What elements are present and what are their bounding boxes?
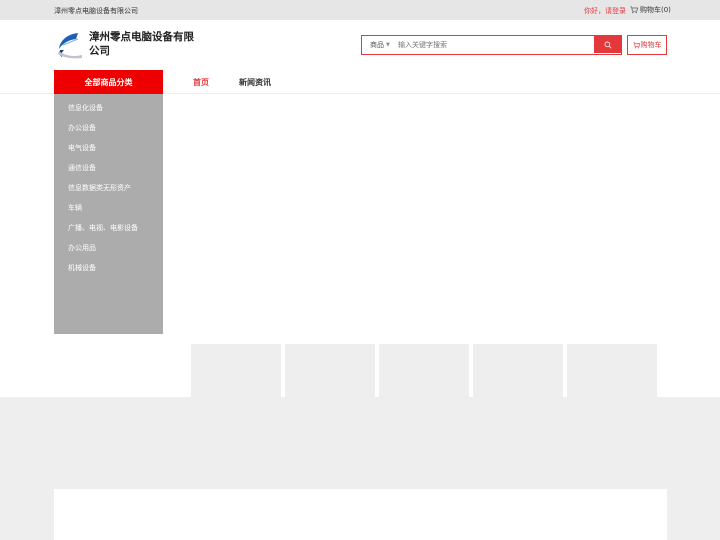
content-panel: [54, 489, 667, 540]
chevron-down-icon: ▼: [386, 42, 390, 48]
nav-home-link[interactable]: 首页: [193, 77, 209, 88]
cart-icon: [630, 6, 638, 14]
promo-tile[interactable]: [567, 344, 657, 398]
company-name: 漳州零点电脑设备有限公司: [89, 31, 194, 57]
promo-tile[interactable]: [473, 344, 563, 398]
search-button[interactable]: [594, 36, 621, 53]
sidebar-item-broadcast-tv-film[interactable]: 广播、电视、电影设备: [54, 218, 163, 238]
sidebar-item-intangible-data-assets[interactable]: 信息数据类无形资产: [54, 178, 163, 198]
top-bar: 漳州零点电脑设备有限公司 你好，请登录 购物车(0): [0, 0, 720, 20]
category-sidebar: 信息化设备 办公设备 电气设备 通信设备 信息数据类无形资产 车辆 广播、电视、…: [54, 94, 163, 334]
topbar-cart-label: 购物车(0): [640, 6, 671, 14]
all-categories-button[interactable]: 全部商品分类: [54, 70, 163, 94]
promo-tile[interactable]: [379, 344, 469, 398]
header: 漳州零点电脑设备有限公司 商品 ▼ 购物车: [0, 20, 720, 70]
search-input[interactable]: [394, 37, 584, 53]
nav-news-link[interactable]: 新闻资讯: [239, 77, 271, 88]
banner-area: [163, 94, 720, 334]
search-box: 商品 ▼: [361, 35, 622, 55]
sidebar-item-office-supplies[interactable]: 办公用品: [54, 238, 163, 258]
sidebar-item-machinery[interactable]: 机械设备: [54, 258, 163, 278]
sidebar-item-electrical-equipment[interactable]: 电气设备: [54, 138, 163, 158]
search-category-label: 商品: [370, 41, 384, 49]
sidebar-item-communication-equipment[interactable]: 通信设备: [54, 158, 163, 178]
cart-button[interactable]: 购物车: [627, 35, 667, 55]
company-logo[interactable]: [54, 30, 84, 60]
cart-icon: [632, 41, 640, 48]
search-icon: [604, 41, 611, 48]
promo-tile[interactable]: [285, 344, 375, 398]
promo-tile[interactable]: [191, 344, 281, 398]
nav-bar: 全部商品分类 首页 新闻资讯: [0, 70, 720, 94]
search-category-select[interactable]: 商品 ▼: [362, 40, 394, 50]
sidebar-item-vehicles[interactable]: 车辆: [54, 198, 163, 218]
topbar-cart-link[interactable]: 购物车(0): [630, 5, 671, 15]
sidebar-item-info-equipment[interactable]: 信息化设备: [54, 98, 163, 118]
cart-button-label: 购物车: [640, 41, 662, 49]
sidebar-item-office-equipment[interactable]: 办公设备: [54, 118, 163, 138]
login-link[interactable]: 你好，请登录: [584, 6, 626, 16]
topbar-site-name: 漳州零点电脑设备有限公司: [54, 7, 138, 15]
